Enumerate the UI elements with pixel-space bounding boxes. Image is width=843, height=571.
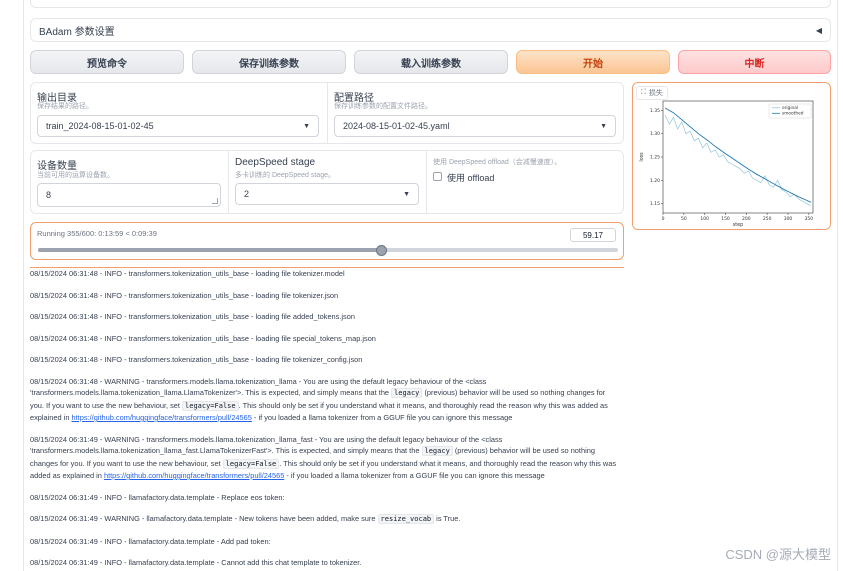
log-text: - if you loaded a llama tokenizer from a… [284,471,545,480]
log-text: 08/15/2024 06:31:49 - WARNING - llamafac… [30,514,378,523]
progress-label: Running 355/600: 0:13:59 < 0:09:39 [37,229,157,238]
progress-slider-box: Running 355/600: 0:13:59 < 0:09:39 59.17 [30,222,624,260]
resize-grip-icon[interactable] [212,198,218,204]
device-count-info: 当前可用的运算设备数。 [37,172,114,179]
deepspeed-stage-value: 2 [244,189,250,199]
group-divider [327,82,328,144]
progress-number-input[interactable]: 59.17 [570,228,616,242]
log-text: is True. [434,514,461,523]
watermark: CSDN @源大模型 [725,547,831,562]
progress-slider-thumb[interactable] [375,244,387,256]
offload-label: 使用 offload [447,173,495,183]
y-tick-label: 1.30 [650,131,660,137]
action-button-row: 预览命令 保存训练参数 载入训练参数 开始 中断 [30,50,831,74]
x-tick-label: 150 [721,216,730,222]
y-tick-label: 1.15 [650,201,660,207]
log-warning-1: 08/15/2024 06:31:48 - WARNING - transfor… [30,376,620,424]
loss-chart: 0 50 100 150 200 250 300 350 1.15 1.20 1.25 1.30 1.3… [639,100,814,228]
x-tick-label: 100 [700,216,709,222]
dropdown-caret-icon: ▼ [600,122,607,130]
log-line: 08/15/2024 06:31:48 - INFO - transformer… [30,290,339,300]
progress-slider-track[interactable] [38,244,618,256]
log-line: 08/15/2024 06:31:48 - INFO - transformer… [30,269,345,278]
config-path-info: 保存训练参数的配置文件路径。 [334,103,432,110]
log-text: - if you loaded a llama tokenizer from a… [251,413,513,422]
x-tick-label: 200 [742,216,751,222]
group-divider [426,150,427,214]
offload-info: 使用 DeepSpeed offload（会减慢速度）。 [433,159,562,166]
load-args-button[interactable]: 载入训练参数 [354,50,508,74]
log-link[interactable]: https://github.com/huggingface/transform… [72,413,252,422]
start-button[interactable]: 开始 [516,50,670,74]
log-code: legacy=False [222,458,280,469]
y-tick-label: 1.25 [650,155,660,161]
badam-accordion-label: BAdam 参数设置 [39,26,115,38]
group-divider [228,150,229,214]
x-tick-label: 250 [763,216,772,222]
device-count-textbox[interactable]: 8 [37,183,221,207]
log-code: legacy [421,446,453,456]
save-args-button[interactable]: 保存训练参数 [192,50,346,74]
y-tick-label: 1.20 [650,178,660,184]
x-tick-label: 50 [681,216,687,222]
y-axis-label: loss [639,152,645,162]
loss-plot-panel: ⛶ 损失 0 50 100 150 200 250 300 350 1.15 1.20 1.25 1.… [632,82,831,230]
x-axis-label: step [733,222,743,228]
dropdown-caret-icon: ▼ [303,122,310,130]
log-line: 08/15/2024 06:31:48 - INFO - transformer… [30,355,363,364]
legend-label: smoothed [782,111,804,117]
log-code: legacy=False [182,400,239,411]
log-line: 08/15/2024 06:31:48 - INFO - transformer… [30,333,376,343]
output-dir-info: 保存结果的路径。 [37,103,93,110]
x-tick-label: 350 [805,216,814,222]
training-log: 08/15/2024 06:31:48 - INFO - transformer… [30,268,620,571]
log-code: resize_vocab [377,514,435,524]
output-dir-value: train_2024-08-15-01-02-45 [46,121,154,131]
config-path-value: 2024-08-15-01-02-45.yaml [343,121,450,131]
stop-button[interactable]: 中断 [678,50,831,74]
log-link[interactable]: https://github.com/huggingface/transform… [104,471,284,480]
collapse-triangle-icon[interactable]: ◀ [816,26,822,35]
device-count-value: 8 [46,190,52,200]
log-line: 08/15/2024 06:31:49 - WARNING - llamafac… [30,513,620,526]
y-tick-label: 1.35 [650,108,660,114]
log-code: legacy [391,388,423,398]
deepspeed-stage-label: DeepSpeed stage [235,157,316,168]
config-path-select[interactable]: 2024-08-15-01-02-45.yaml ▼ [334,115,616,137]
log-line: 08/15/2024 06:31:49 - INFO - llamafactor… [30,536,271,546]
progress-slider-fill [38,248,382,252]
log-line: 08/15/2024 06:31:48 - INFO - transformer… [30,312,355,321]
accordion-collapsed-top[interactable] [30,0,831,8]
x-tick-label: 300 [784,216,793,222]
preview-command-button[interactable]: 预览命令 [30,50,184,74]
output-dir-select[interactable]: train_2024-08-15-01-02-45 ▼ [37,115,319,137]
log-line: 08/15/2024 06:31:49 - INFO - llamafactor… [30,492,285,502]
x-tick-label: 0 [662,216,665,222]
log-warning-2: 08/15/2024 06:31:49 - WARNING - transfor… [30,434,620,482]
offload-checkbox[interactable] [433,172,442,181]
dropdown-caret-icon: ▼ [403,190,410,198]
badam-accordion[interactable]: BAdam 参数设置 ◀ [30,18,831,42]
log-line: 08/15/2024 06:31:49 - INFO - llamafactor… [30,558,362,567]
deepspeed-stage-info: 多卡训练的 DeepSpeed stage。 [235,172,335,179]
deepspeed-stage-select[interactable]: 2 ▼ [235,183,419,205]
legend-label: original [782,105,798,111]
